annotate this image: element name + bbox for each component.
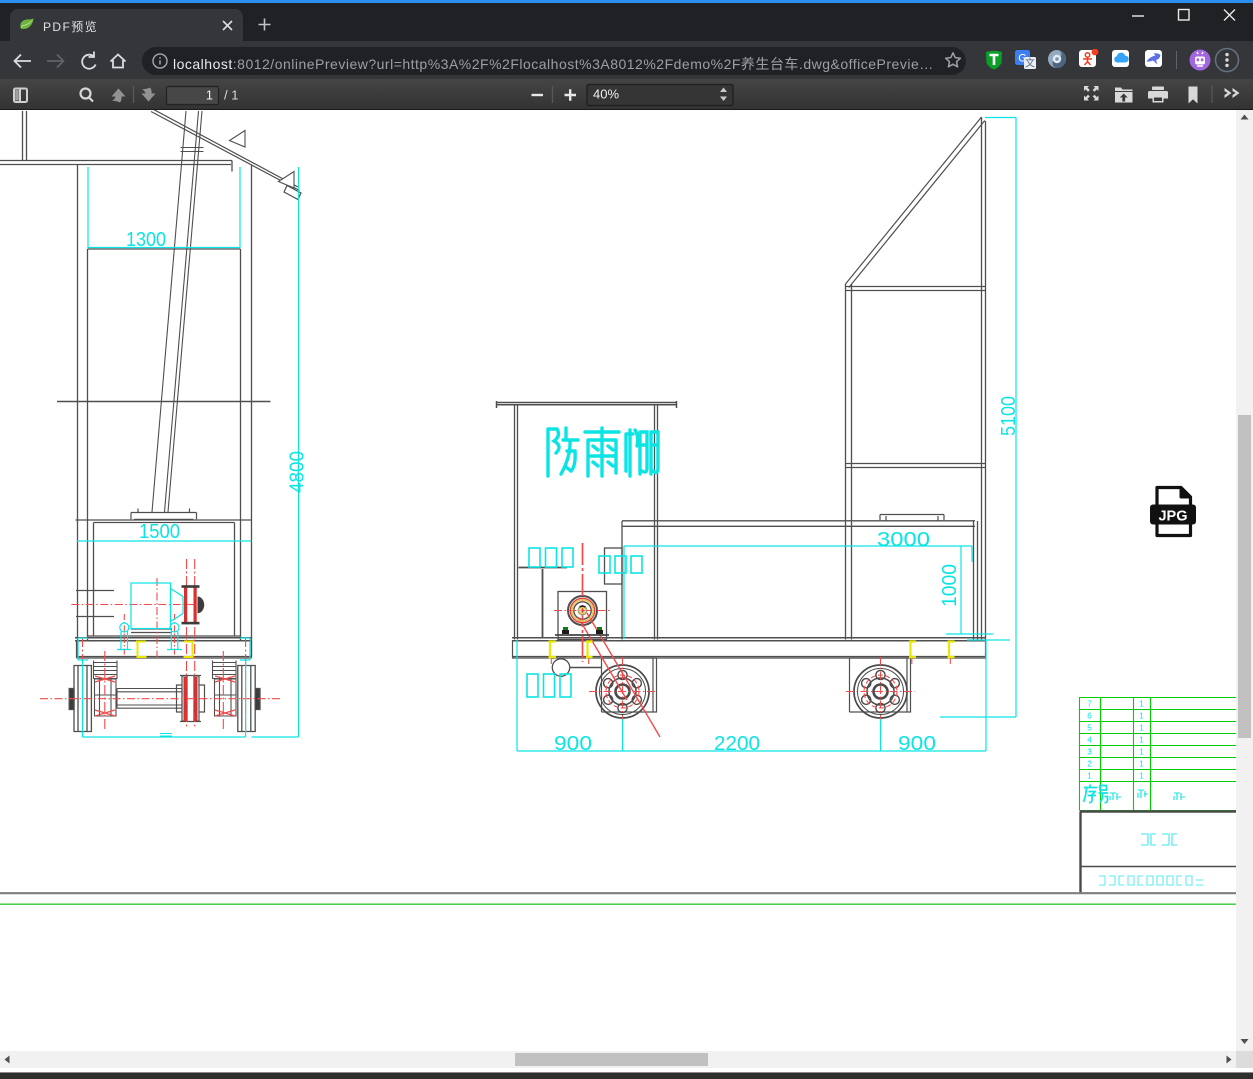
svg-text:5100: 5100: [998, 396, 1020, 436]
svg-text:1: 1: [1139, 724, 1144, 733]
svg-text:1: 1: [1139, 772, 1144, 781]
svg-text:1: 1: [1139, 736, 1144, 745]
svg-text:5: 5: [1087, 724, 1092, 733]
svg-text:6: 6: [1087, 712, 1092, 721]
svg-text:1000: 1000: [939, 564, 961, 607]
svg-text:900: 900: [898, 733, 936, 755]
svg-text:1: 1: [206, 88, 213, 103]
svg-text:1: 1: [1139, 712, 1144, 721]
svg-text:900: 900: [554, 733, 592, 755]
svg-text:1: 1: [1139, 700, 1144, 709]
svg-text:4800: 4800: [287, 451, 309, 493]
svg-text:文: 文: [1025, 57, 1035, 70]
svg-text:7: 7: [1087, 700, 1092, 709]
svg-text:3: 3: [1087, 748, 1092, 757]
svg-text:1300: 1300: [126, 229, 166, 251]
svg-text:1: 1: [1139, 748, 1144, 757]
svg-text:4: 4: [1087, 736, 1092, 745]
svg-text:JPG: JPG: [1158, 509, 1187, 525]
svg-text:1: 1: [1087, 772, 1092, 781]
svg-text:/ 1: / 1: [224, 88, 238, 103]
svg-text:2: 2: [1087, 760, 1092, 769]
svg-text:2200: 2200: [714, 733, 760, 755]
svg-text:1: 1: [1139, 760, 1144, 769]
svg-text:3000: 3000: [877, 529, 930, 551]
svg-text:40%: 40%: [593, 87, 619, 102]
svg-text:1500: 1500: [139, 521, 180, 543]
